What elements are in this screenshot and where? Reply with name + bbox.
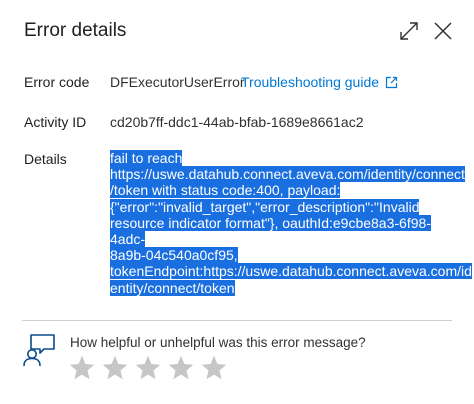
activity-id-value: cd20b7ff-ddc1-44ab-bfab-1689e8661ac2 — [110, 114, 364, 130]
star-rating — [68, 354, 228, 382]
expand-diagonal-icon — [400, 22, 418, 40]
error-code-value: DFExecutorUserError — [110, 74, 245, 90]
details-line: 8a9b-04c540a0cf95, — [110, 247, 238, 264]
feedback-person-chat-icon — [23, 334, 55, 367]
divider — [22, 320, 452, 321]
star-icon-2[interactable] — [101, 354, 129, 382]
panel-title: Error details — [24, 20, 127, 41]
details-line: tokenEndpoint:https://uswe.datahub.conne… — [110, 263, 472, 280]
error-details-panel: Error details Error code DFExecutorUserE… — [0, 0, 474, 404]
details-text[interactable]: fail to reach https://uswe.datahub.conne… — [110, 150, 472, 296]
details-line: entity/connect/token — [110, 279, 235, 296]
close-button[interactable] — [432, 20, 454, 42]
details-line: https://uswe.datahub.connect.aveva.com/i… — [110, 166, 465, 183]
external-link-icon — [385, 76, 398, 88]
error-code-label: Error code — [24, 74, 90, 90]
feedback-question: How helpful or unhelpful was this error … — [70, 335, 366, 350]
details-label: Details — [24, 151, 67, 167]
close-icon — [434, 22, 452, 40]
star-icon-3[interactable] — [134, 354, 162, 382]
details-line: /token with status code:400, payload: — [110, 182, 341, 199]
star-icon-1[interactable] — [68, 354, 96, 382]
details-line: fail to reach — [110, 150, 183, 166]
activity-id-label: Activity ID — [24, 114, 87, 130]
star-icon-5[interactable] — [200, 354, 228, 382]
star-icon-4[interactable] — [167, 354, 195, 382]
details-line: resource indicator format"}, oauthId:e9c… — [110, 214, 431, 248]
expand-button[interactable] — [398, 20, 420, 42]
troubleshooting-guide-label: Troubleshooting guide — [241, 74, 380, 90]
details-line: {"error":"invalid_target","error_descrip… — [110, 198, 420, 215]
troubleshooting-guide-link[interactable]: Troubleshooting guide — [241, 74, 398, 90]
